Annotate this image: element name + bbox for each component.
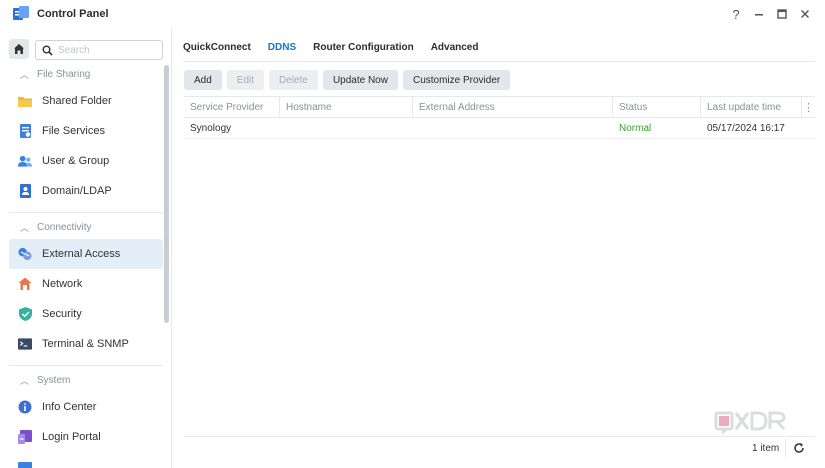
- search-field[interactable]: [35, 40, 163, 60]
- login-portal-icon: [18, 430, 32, 444]
- section-label: Connectivity: [37, 221, 92, 233]
- section-label: System: [37, 374, 71, 386]
- update-now-button[interactable]: Update Now: [322, 70, 398, 90]
- section-file-sharing[interactable]: ︿ File Sharing: [0, 64, 162, 84]
- xda-watermark-logo: [714, 411, 786, 435]
- info-icon: [18, 400, 32, 414]
- terminal-icon: [18, 337, 32, 351]
- cell-external-address: [413, 118, 613, 139]
- sidebar-item-label: Security: [42, 308, 82, 320]
- section-connectivity[interactable]: ︿ Connectivity: [0, 217, 162, 237]
- sidebar-item-user-group[interactable]: User & Group: [9, 146, 163, 176]
- refresh-icon: [794, 443, 804, 453]
- sidebar-item-terminal-snmp[interactable]: Terminal & SNMP: [9, 329, 163, 359]
- toolbar: Add Edit Delete Update Now Customize Pro…: [184, 70, 515, 90]
- cell-last-update-time: 05/17/2024 16:17: [707, 123, 785, 134]
- shield-icon: [18, 307, 32, 321]
- sidebar: ︿ File Sharing Shared Folder File Servic…: [0, 28, 172, 468]
- sidebar-item-next[interactable]: [9, 452, 163, 468]
- item-count: 1 item: [752, 443, 780, 454]
- tabs-divider: [183, 61, 815, 62]
- network-icon: [18, 277, 32, 291]
- search-input[interactable]: [58, 44, 158, 56]
- cell-status: Normal: [619, 123, 652, 134]
- table-row[interactable]: Synology Normal 05/17/2024 16:17: [184, 118, 815, 139]
- sidebar-item-network[interactable]: Network: [9, 269, 163, 299]
- tab-quickconnect[interactable]: QuickConnect: [183, 39, 251, 61]
- section-divider: [9, 365, 163, 366]
- sidebar-item-file-services[interactable]: File Services: [9, 116, 163, 146]
- close-icon[interactable]: [797, 6, 813, 22]
- sidebar-item-label: File Services: [42, 125, 105, 137]
- sidebar-item-shared-folder[interactable]: Shared Folder: [9, 86, 163, 116]
- cell-service-provider: Synology: [190, 123, 232, 134]
- home-button[interactable]: [9, 39, 29, 59]
- sidebar-item-security[interactable]: Security: [9, 299, 163, 329]
- section-label: File Sharing: [37, 68, 91, 80]
- table-header: Service Provider Hostname External Addre…: [184, 97, 815, 118]
- sidebar-item-external-access[interactable]: External Access: [9, 239, 163, 269]
- maximize-icon[interactable]: [774, 6, 790, 22]
- folder-icon: [18, 94, 32, 108]
- column-menu-icon[interactable]: ⋮: [802, 97, 815, 118]
- title-bar: Control Panel ?: [0, 0, 825, 28]
- sidebar-scrollbar[interactable]: [164, 65, 169, 323]
- control-panel-icon: [13, 6, 29, 20]
- file-services-icon: [18, 124, 32, 138]
- column-header-hostname[interactable]: Hostname: [280, 97, 413, 118]
- sidebar-item-label: Terminal & SNMP: [42, 338, 129, 350]
- section-system[interactable]: ︿ System: [0, 370, 162, 390]
- sidebar-item-label: Domain/LDAP: [42, 185, 112, 197]
- sidebar-item-label: Login Portal: [42, 431, 101, 443]
- help-icon[interactable]: ?: [728, 6, 744, 22]
- column-header-status[interactable]: Status: [613, 97, 701, 118]
- tab-bar: QuickConnect DDNS Router Configuration A…: [183, 39, 495, 63]
- sidebar-item-label: Network: [42, 278, 83, 290]
- external-access-icon: [18, 247, 32, 261]
- domain-icon: [18, 184, 32, 198]
- section-divider: [9, 212, 163, 213]
- sidebar-item-label: User & Group: [42, 155, 110, 167]
- cell-hostname: [280, 118, 413, 139]
- partial-item-icon: [18, 460, 32, 468]
- search-icon: [42, 45, 53, 56]
- tab-ddns[interactable]: DDNS: [268, 39, 296, 61]
- sidebar-item-info-center[interactable]: Info Center: [9, 392, 163, 422]
- tab-advanced[interactable]: Advanced: [431, 39, 479, 61]
- minimize-icon[interactable]: [751, 6, 767, 22]
- home-icon: [14, 44, 24, 54]
- column-header-last-update-time[interactable]: Last update time: [701, 97, 802, 118]
- users-icon: [18, 154, 32, 168]
- chevron-up-icon: ︿: [20, 222, 30, 233]
- column-header-service-provider[interactable]: Service Provider: [184, 97, 280, 118]
- sidebar-item-label: Shared Folder: [42, 95, 112, 107]
- column-header-external-address[interactable]: External Address: [413, 97, 613, 118]
- add-button[interactable]: Add: [184, 70, 222, 90]
- refresh-button[interactable]: [791, 440, 807, 456]
- delete-button[interactable]: Delete: [269, 70, 318, 90]
- tab-router-configuration[interactable]: Router Configuration: [313, 39, 414, 61]
- sidebar-item-label: Info Center: [42, 401, 97, 413]
- footer-divider: [785, 439, 786, 457]
- customize-provider-button[interactable]: Customize Provider: [402, 70, 511, 90]
- chevron-up-icon: ︿: [20, 69, 30, 80]
- sidebar-item-login-portal[interactable]: Login Portal: [9, 422, 163, 452]
- sidebar-item-domain-ldap[interactable]: Domain/LDAP: [9, 176, 163, 206]
- window-title: Control Panel: [37, 8, 109, 20]
- chevron-up-icon: ︿: [20, 375, 30, 386]
- sidebar-item-label: External Access: [42, 248, 121, 260]
- ddns-table: Service Provider Hostname External Addre…: [184, 96, 815, 437]
- edit-button[interactable]: Edit: [226, 70, 265, 90]
- main-panel: QuickConnect DDNS Router Configuration A…: [173, 28, 825, 468]
